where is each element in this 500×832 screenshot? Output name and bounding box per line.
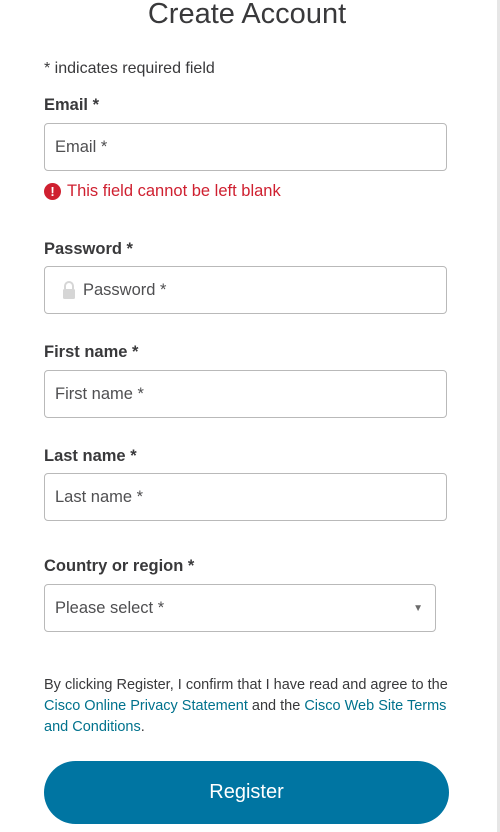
privacy-statement-link[interactable]: Cisco Online Privacy Statement xyxy=(44,698,248,714)
consent-text-part-2: and the xyxy=(247,698,305,714)
password-field[interactable]: Password * xyxy=(44,266,447,314)
error-icon: ! xyxy=(44,183,61,200)
email-error-text: This field cannot be left blank xyxy=(67,182,281,200)
first-name-field[interactable]: First name * xyxy=(44,370,447,418)
lock-icon xyxy=(61,280,77,300)
last-name-field[interactable]: Last name * xyxy=(44,473,447,521)
country-select[interactable]: Please select * ▼ xyxy=(44,584,436,632)
email-placeholder: Email * xyxy=(55,137,108,156)
chevron-down-icon: ▼ xyxy=(413,602,423,614)
required-field-note: * indicates required field xyxy=(44,60,215,77)
country-label: Country or region * xyxy=(44,557,195,575)
first-name-label: First name * xyxy=(44,343,139,361)
consent-text-part-3: . xyxy=(140,719,145,735)
consent-text: By clicking Register, I confirm that I h… xyxy=(44,675,454,738)
last-name-label: Last name * xyxy=(44,447,137,465)
email-error-message: ! This field cannot be left blank xyxy=(44,182,281,201)
password-label: Password * xyxy=(44,240,133,258)
password-placeholder: Password * xyxy=(83,280,167,299)
first-name-placeholder: First name * xyxy=(55,384,144,403)
country-placeholder: Please select * xyxy=(55,598,165,617)
consent-text-part-1: By clicking Register, I confirm that I h… xyxy=(44,677,448,693)
email-label: Email * xyxy=(44,96,100,114)
last-name-placeholder: Last name * xyxy=(55,487,144,506)
register-button[interactable]: Register xyxy=(44,761,449,824)
email-field[interactable]: Email * xyxy=(44,123,447,171)
page-title: Create Account xyxy=(147,0,347,30)
